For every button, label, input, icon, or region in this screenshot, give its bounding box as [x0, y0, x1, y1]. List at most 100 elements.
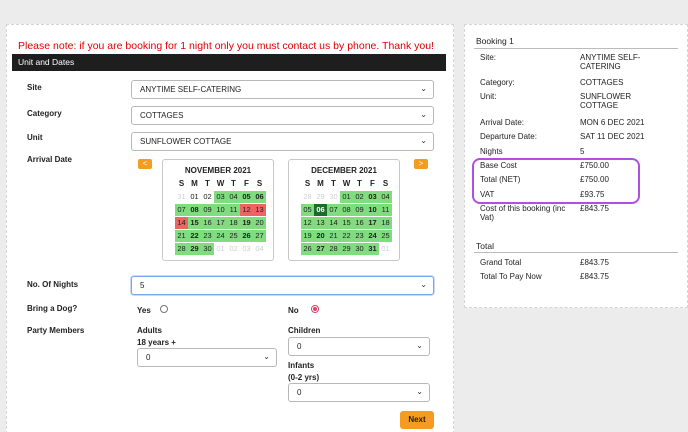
calendar-day[interactable]: 13 — [314, 217, 327, 229]
nights-select[interactable]: 5 ⌄ — [131, 276, 434, 295]
calendar-day[interactable]: 27 — [314, 243, 327, 255]
category-select[interactable]: COTTAGES ⌄ — [131, 106, 434, 125]
calendar-day: 30 — [329, 192, 338, 201]
calendar-day[interactable]: 17 — [366, 217, 379, 229]
calendar-day: 31 — [177, 192, 186, 201]
calendar-day[interactable]: 21 — [175, 230, 188, 242]
calendar-day[interactable]: 02 — [353, 191, 366, 203]
calendar-day[interactable]: 06 — [314, 204, 327, 216]
calendar-day[interactable]: 17 — [214, 217, 227, 229]
calendar-day[interactable]: 10 — [214, 204, 227, 216]
calendar-day[interactable]: 02 — [201, 191, 214, 203]
divider — [474, 252, 678, 253]
calendar-day[interactable]: 01 — [340, 191, 353, 203]
calendar-day[interactable]: 25 — [227, 230, 240, 242]
calendar-day[interactable]: 09 — [353, 204, 366, 216]
calendar-day[interactable]: 28 — [175, 243, 188, 255]
calendar-day[interactable]: 15 — [340, 217, 353, 229]
top-bar — [0, 0, 688, 10]
calendar-day[interactable]: 26 — [301, 243, 314, 255]
infants-select[interactable]: 0 ⌄ — [288, 383, 430, 402]
calendar-day[interactable]: 31 — [366, 243, 379, 255]
calendar-day[interactable]: 04 — [379, 191, 392, 203]
calendar-day[interactable]: 09 — [201, 204, 214, 216]
adults-value: 0 — [146, 353, 151, 362]
calendar-day[interactable]: 22 — [188, 230, 201, 242]
calendar-day[interactable]: 25 — [379, 230, 392, 242]
calendar-day[interactable]: 20 — [314, 230, 327, 242]
calendar-day[interactable]: 21 — [327, 230, 340, 242]
calendar-day[interactable]: 23 — [353, 230, 366, 242]
calendar-day[interactable]: 29 — [188, 243, 201, 255]
calendar-day[interactable]: 24 — [366, 230, 379, 242]
calendar-day[interactable]: 23 — [201, 230, 214, 242]
calendar-day[interactable]: 14 — [327, 217, 340, 229]
calendar-day[interactable]: 18 — [227, 217, 240, 229]
day-of-week-label: T — [231, 179, 236, 188]
calendar-day[interactable]: 01 — [188, 191, 201, 203]
calendar-day[interactable]: 06 — [253, 191, 266, 203]
unit-value: SUNFLOWER COTTAGE — [140, 137, 232, 146]
calendar-day[interactable]: 14 — [175, 217, 188, 229]
summary-value: £843.75 — [580, 204, 609, 213]
calendar-day[interactable]: 08 — [340, 204, 353, 216]
calendar-day[interactable]: 18 — [379, 217, 392, 229]
calendar-day[interactable]: 11 — [227, 204, 240, 216]
calendar-day[interactable]: 20 — [253, 217, 266, 229]
next-month-button[interactable]: > — [414, 159, 428, 169]
children-value: 0 — [297, 342, 302, 351]
calendar-day[interactable]: 30 — [201, 243, 214, 255]
calendar-day[interactable]: 28 — [327, 243, 340, 255]
day-of-week-label: T — [357, 179, 362, 188]
calendar-day[interactable]: 07 — [327, 204, 340, 216]
summary-value: SUNFLOWER COTTAGE — [580, 92, 632, 110]
calendar-day: 01 — [381, 244, 390, 253]
calendar-day[interactable]: 22 — [340, 230, 353, 242]
infants-sublabel: (0-2 yrs) — [288, 373, 320, 382]
chevron-down-icon: ⌄ — [420, 110, 427, 119]
calendar-day[interactable]: 19 — [240, 217, 253, 229]
calendar-day[interactable]: 13 — [253, 204, 266, 216]
calendar-day[interactable]: 08 — [188, 204, 201, 216]
category-value: COTTAGES — [140, 111, 184, 120]
calendar-day[interactable]: 12 — [301, 217, 314, 229]
calendar-day[interactable]: 29 — [340, 243, 353, 255]
dog-no-radio[interactable] — [311, 305, 319, 313]
calendar-day[interactable]: 15 — [188, 217, 201, 229]
infants-value: 0 — [297, 388, 302, 397]
dog-no-label: No — [288, 306, 299, 315]
calendar-day[interactable]: 03 — [214, 191, 227, 203]
day-of-week-label: S — [304, 179, 311, 188]
calendar-day[interactable]: 30 — [353, 243, 366, 255]
calendar-day[interactable]: 11 — [379, 204, 392, 216]
calendar-day[interactable]: 05 — [240, 191, 253, 203]
section-header: Unit and Dates — [12, 54, 446, 71]
calendar-day[interactable]: 07 — [175, 204, 188, 216]
dog-yes-radio[interactable] — [160, 305, 168, 313]
unit-select[interactable]: SUNFLOWER COTTAGE ⌄ — [131, 132, 434, 151]
summary-value: 5 — [580, 147, 585, 156]
calendar-day[interactable]: 05 — [301, 204, 314, 216]
site-select[interactable]: ANYTIME SELF-CATERING ⌄ — [131, 80, 434, 99]
calendar-day: 01 — [216, 244, 225, 253]
calendar-day[interactable]: 24 — [214, 230, 227, 242]
calendar-day[interactable]: 16 — [201, 217, 214, 229]
calendar-day[interactable]: 04 — [227, 191, 240, 203]
chevron-down-icon: ⌄ — [420, 136, 427, 145]
children-select[interactable]: 0 ⌄ — [288, 337, 430, 356]
calendar-day[interactable]: 26 — [240, 230, 253, 242]
adults-select[interactable]: 0 ⌄ — [137, 348, 277, 367]
total-key: Grand Total — [480, 258, 522, 267]
booking-title: Booking 1 — [476, 36, 514, 46]
summary-key: Nights — [480, 147, 503, 156]
day-of-week-label: M — [191, 179, 198, 188]
calendar-day[interactable]: 16 — [353, 217, 366, 229]
calendar-day[interactable]: 27 — [253, 230, 266, 242]
calendar-day[interactable]: 19 — [301, 230, 314, 242]
next-button[interactable]: Next — [400, 411, 434, 429]
prev-month-button[interactable]: < — [138, 159, 152, 169]
summary-key: Departure Date: — [480, 132, 537, 141]
calendar-day[interactable]: 12 — [240, 204, 253, 216]
calendar-day[interactable]: 10 — [366, 204, 379, 216]
calendar-day[interactable]: 03 — [366, 191, 379, 203]
